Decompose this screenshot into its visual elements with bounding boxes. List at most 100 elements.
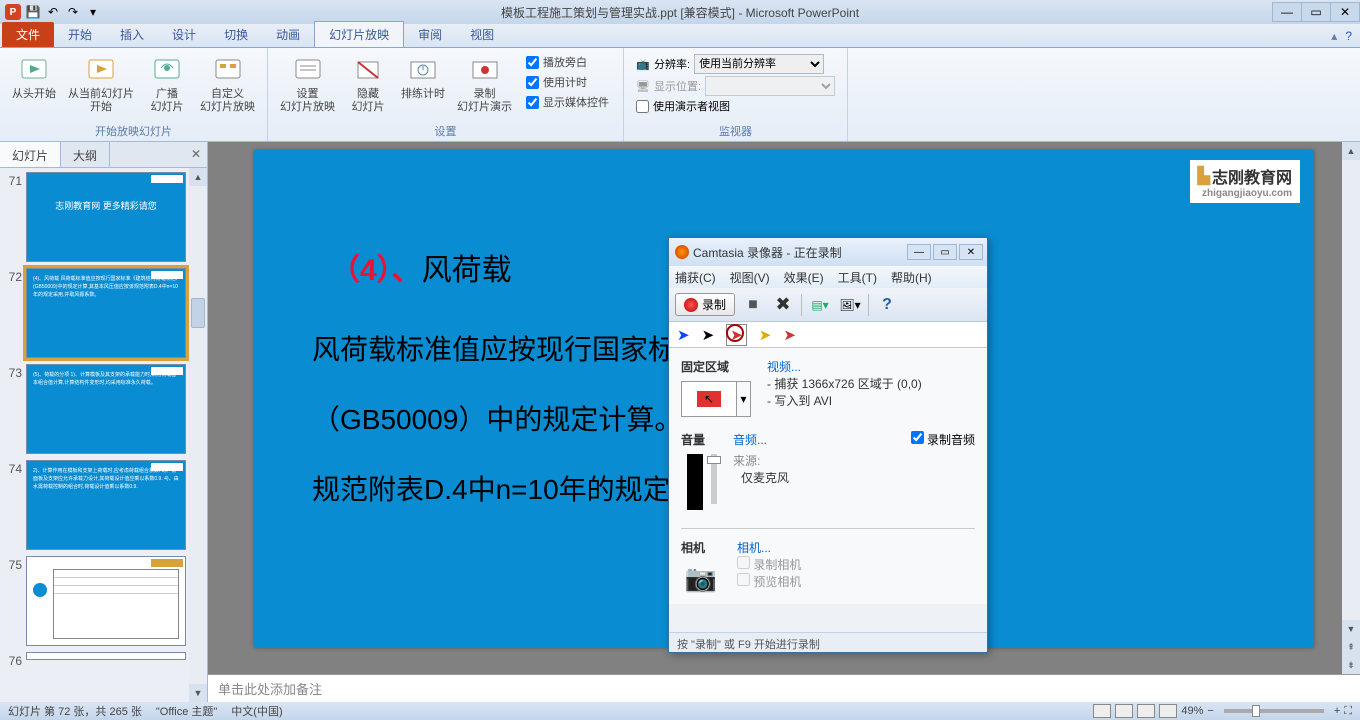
notes-pane[interactable]: 单击此处添加备注 — [208, 674, 1360, 702]
side-close-icon[interactable]: ✕ — [191, 147, 201, 161]
save-icon[interactable]: 💾 — [24, 3, 42, 21]
ribbon: 从头开始 从当前幻灯片 开始 广播 幻灯片 自定义 幻灯片放映 开始放映幻灯片 … — [0, 48, 1360, 142]
timings-checkbox[interactable]: 使用计时 — [526, 74, 609, 90]
volume-label: 音量 — [681, 431, 717, 448]
tab-animations[interactable]: 动画 — [262, 22, 314, 47]
maximize-button[interactable]: ▭ — [1301, 2, 1331, 22]
camtasia-menu-effects[interactable]: 效果(E) — [784, 269, 824, 286]
region-dropdown-icon[interactable]: ▾ — [737, 381, 751, 417]
camtasia-help-icon[interactable]: ? — [875, 293, 899, 317]
cursor-highlight-icon[interactable]: ➤ — [726, 324, 747, 346]
camtasia-minimize-button[interactable]: — — [907, 244, 931, 260]
zoom-slider[interactable] — [1224, 709, 1324, 713]
volume-slider[interactable] — [711, 454, 717, 504]
side-tab-outline[interactable]: 大纲 — [61, 142, 110, 167]
narration-checkbox[interactable]: 播放旁白 — [526, 54, 609, 70]
volume-meter — [687, 454, 703, 510]
thumbnail-76[interactable]: 76 — [4, 652, 203, 668]
show-on-select[interactable] — [705, 76, 835, 96]
thumbnail-71[interactable]: 71 志刚教育网 更多精彩请您 — [4, 172, 203, 262]
camtasia-cursor-row: ➤ ➤ ➤ ➤ ➤ — [669, 322, 987, 348]
quick-access-toolbar: P 💾 ↶ ↷ ▾ — [0, 3, 102, 21]
thumbnails-scrollbar[interactable]: ▲ ▼ — [189, 168, 207, 702]
tab-slideshow[interactable]: 幻灯片放映 — [314, 21, 404, 47]
tab-transitions[interactable]: 切换 — [210, 22, 262, 47]
region-selector[interactable]: ↖ — [681, 381, 737, 417]
ribbon-minimize-icon[interactable]: ▴ — [1331, 29, 1337, 43]
media-controls-checkbox[interactable]: 显示媒体控件 — [526, 94, 609, 110]
video-link[interactable]: 视频... — [767, 358, 975, 375]
camtasia-icon — [675, 245, 689, 259]
zoom-percent[interactable]: 49% — [1181, 705, 1203, 717]
camtasia-menu-capture[interactable]: 捕获(C) — [675, 269, 716, 286]
zoom-out-button[interactable]: − — [1207, 705, 1213, 717]
close-button[interactable]: ✕ — [1330, 2, 1360, 22]
camtasia-stop-icon[interactable]: ■ — [741, 293, 765, 317]
camtasia-delete-icon[interactable]: ✖ — [771, 293, 795, 317]
camtasia-menubar: 捕获(C) 视图(V) 效果(E) 工具(T) 帮助(H) — [669, 266, 987, 288]
camtasia-menu-view[interactable]: 视图(V) — [730, 269, 770, 286]
camtasia-record-button[interactable]: 录制 — [675, 293, 735, 316]
cursor-highlight-red-icon[interactable]: ➤ — [783, 326, 796, 344]
side-tabs: 幻灯片 大纲 ✕ — [0, 142, 207, 168]
audio-link[interactable]: 音频... — [733, 431, 767, 448]
tab-design[interactable]: 设计 — [158, 22, 210, 47]
view-reading-button[interactable] — [1137, 704, 1155, 718]
slide-heading: （4）、风荷载 — [330, 245, 512, 289]
webcam-icon: 📷 — [681, 562, 721, 594]
redo-icon[interactable]: ↷ — [64, 3, 82, 21]
help-icon[interactable]: ? — [1345, 29, 1352, 43]
minimize-button[interactable]: — — [1272, 2, 1302, 22]
view-normal-button[interactable] — [1093, 704, 1111, 718]
tab-file[interactable]: 文件 — [2, 22, 54, 47]
camera-label: 相机 — [681, 539, 721, 556]
tab-review[interactable]: 审阅 — [404, 22, 456, 47]
undo-icon[interactable]: ↶ — [44, 3, 62, 21]
slide-scrollbar[interactable]: ▲ ▼ ⇞ ⇟ — [1342, 142, 1360, 674]
camera-link[interactable]: 相机... — [737, 539, 975, 556]
thumbnail-75[interactable]: 75 — [4, 556, 203, 646]
preview-camera-checkbox[interactable]: 预览相机 — [737, 573, 975, 590]
thumbnail-72[interactable]: 72 (4)、风荷载 风荷载标准值应按现行国家标准《建筑结构荷载规范》(GB50… — [4, 268, 203, 358]
thumbnail-74[interactable]: 74 2)、计算作用在模板和支架上荷载时,应考虑荷载组合系数. 3)、钢面板及支… — [4, 460, 203, 550]
thumbnail-73[interactable]: 73 (5)、荷载的分项 1)、计算模板及其支架的承载能力时,采用荷载基本组合值… — [4, 364, 203, 454]
presenter-view-checkbox[interactable]: 使用演示者视图 — [636, 98, 835, 114]
statusbar: 幻灯片 第 72 张，共 265 张 "Office 主题" 中文(中国) 49… — [0, 702, 1360, 720]
status-lang[interactable]: 中文(中国) — [231, 703, 282, 719]
tab-home[interactable]: 开始 — [54, 22, 106, 47]
window-title: 模板工程施工策划与管理实战.ppt [兼容模式] - Microsoft Pow… — [501, 4, 859, 21]
qat-dropdown-icon[interactable]: ▾ — [84, 3, 102, 21]
camtasia-toolbar: 录制 ■ ✖ ▤▾ 🖼▾ ? — [669, 288, 987, 322]
cursor-arrow-blue-icon[interactable]: ➤ — [677, 326, 690, 344]
resolution-select[interactable]: 使用当前分辨率 — [694, 54, 824, 74]
side-tab-slides[interactable]: 幻灯片 — [0, 142, 61, 167]
powerpoint-icon: P — [4, 3, 22, 21]
camtasia-menu-help[interactable]: 帮助(H) — [891, 269, 932, 286]
status-slide-info: 幻灯片 第 72 张，共 265 张 — [8, 703, 142, 719]
ribbon-group-setup: 设置 幻灯片放映 隐藏 幻灯片 排练计时 录制 幻灯片演示 播放旁白 使用计时 … — [268, 48, 624, 141]
cursor-arrow-yellow-icon[interactable]: ➤ — [759, 326, 772, 344]
camtasia-maximize-button[interactable]: ▭ — [933, 244, 957, 260]
record-audio-checkbox[interactable]: 录制音频 — [911, 431, 975, 448]
camtasia-menu-tools[interactable]: 工具(T) — [838, 269, 877, 286]
cursor-arrow-black-icon[interactable]: ➤ — [702, 326, 715, 344]
view-sorter-button[interactable] — [1115, 704, 1133, 718]
camtasia-options-icon[interactable]: ▤▾ — [808, 293, 832, 317]
camtasia-titlebar[interactable]: Camtasia 录像器 - 正在录制 — ▭ ✕ — [669, 238, 987, 266]
tab-view[interactable]: 视图 — [456, 22, 508, 47]
camtasia-statusbar: 按 "录制" 或 F9 开始进行录制 — [669, 632, 987, 652]
ribbon-tabs: 文件 开始 插入 设计 切换 动画 幻灯片放映 审阅 视图 ▴ ? — [0, 24, 1360, 48]
watermark: ▙志刚教育网 zhigangjiaoyu.com — [1190, 160, 1300, 203]
zoom-in-button[interactable]: + — [1334, 705, 1340, 717]
camtasia-window[interactable]: Camtasia 录像器 - 正在录制 — ▭ ✕ 捕获(C) 视图(V) 效果… — [668, 237, 988, 653]
ribbon-group-start: 从头开始 从当前幻灯片 开始 广播 幻灯片 自定义 幻灯片放映 开始放映幻灯片 — [0, 48, 268, 141]
region-label: 固定区域 — [681, 358, 751, 375]
record-camera-checkbox[interactable]: 录制相机 — [737, 556, 975, 573]
camtasia-close-button[interactable]: ✕ — [959, 244, 983, 260]
tab-insert[interactable]: 插入 — [106, 22, 158, 47]
titlebar: P 💾 ↶ ↷ ▾ 模板工程施工策划与管理实战.ppt [兼容模式] - Mic… — [0, 0, 1360, 24]
camtasia-marker-icon[interactable]: 🖼▾ — [838, 293, 862, 317]
fit-window-button[interactable]: ⛶ — [1344, 705, 1352, 718]
window-controls: — ▭ ✕ — [1273, 2, 1360, 22]
view-slideshow-button[interactable] — [1159, 704, 1177, 718]
